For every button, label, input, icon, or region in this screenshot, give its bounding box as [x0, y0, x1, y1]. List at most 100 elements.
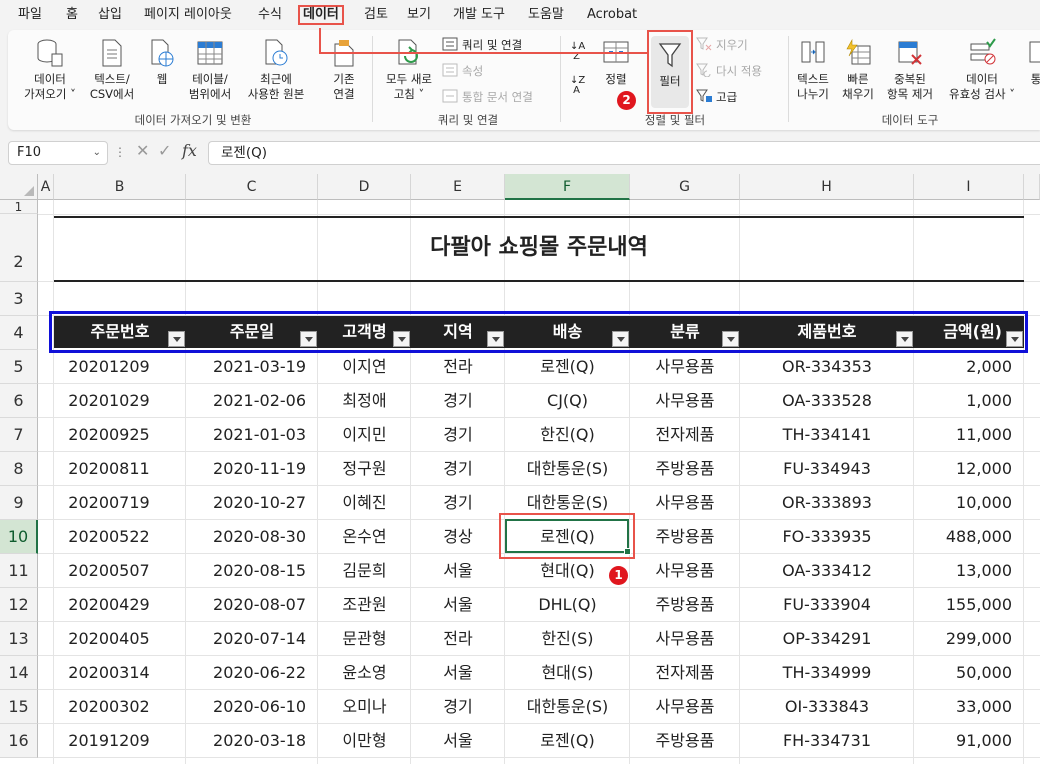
get-data-button[interactable]: 데이터 가져오기 ˅ [18, 38, 82, 102]
cell-product-no[interactable]: OR-333893 [740, 486, 914, 520]
cell-region[interactable]: 전라 [411, 350, 505, 384]
cell-amount[interactable]: 299,000 [914, 622, 1024, 656]
chevron-down-icon[interactable]: ⌄ [93, 142, 101, 164]
cell-category[interactable]: 사무용품 [630, 554, 740, 588]
cell-category[interactable]: 주방용품 [630, 724, 740, 758]
reapply-button[interactable]: 다시 적용 [696, 62, 762, 80]
menu-view[interactable]: 보기 [403, 5, 435, 25]
cell-order-date[interactable]: 2020-06-22 [186, 656, 318, 690]
row-header-2[interactable]: 2 [0, 214, 38, 282]
menu-home[interactable]: 홈 [62, 5, 82, 25]
cell-shipping[interactable]: CJ(Q) [505, 384, 630, 418]
cell-customer[interactable]: 이만형 [318, 724, 411, 758]
row-header-16[interactable]: 16 [0, 724, 38, 758]
recent-source-button[interactable]: 최근에 사용한 원본 [238, 38, 314, 102]
cell-order-no[interactable]: 20201209 [54, 350, 186, 384]
properties-button[interactable]: 속성 [442, 62, 483, 80]
cell-order-no[interactable]: 20200719 [54, 486, 186, 520]
column-header-c[interactable]: C [186, 174, 318, 200]
cell-order-date[interactable]: 2021-02-06 [186, 384, 318, 418]
menu-data[interactable]: 데이터 [298, 5, 344, 25]
cell-amount[interactable]: 13,000 [914, 554, 1024, 588]
cell-category[interactable]: 주방용품 [630, 588, 740, 622]
cell-region[interactable]: 서울 [411, 656, 505, 690]
cell-region[interactable]: 전라 [411, 622, 505, 656]
cell-product-no[interactable]: FH-334731 [740, 724, 914, 758]
menu-formulas[interactable]: 수식 [254, 5, 286, 25]
cell-customer[interactable]: 문관형 [318, 622, 411, 656]
cell-region[interactable]: 경기 [411, 418, 505, 452]
cell-amount[interactable]: 2,000 [914, 350, 1024, 384]
row-header-14[interactable]: 14 [0, 656, 38, 690]
menu-review[interactable]: 검토 [360, 5, 392, 25]
column-header-i[interactable]: I [914, 174, 1024, 200]
cell-category[interactable]: 사무용품 [630, 690, 740, 724]
remove-duplicates-button[interactable]: 중복된 항목 제거 [882, 38, 938, 102]
cell-order-no[interactable]: 20200405 [54, 622, 186, 656]
cell-order-date[interactable]: 2021-03-19 [186, 350, 318, 384]
cell-order-no[interactable]: 20200507 [54, 554, 186, 588]
cell-customer[interactable]: 윤소영 [318, 656, 411, 690]
existing-connections-button[interactable]: 기존 연결 [324, 38, 364, 102]
cell-amount[interactable]: 91,000 [914, 724, 1024, 758]
row-header-1[interactable]: 1 [0, 200, 38, 214]
edit-links-button[interactable]: 통합 문서 연결 [442, 88, 533, 106]
cell-region[interactable]: 경기 [411, 452, 505, 486]
column-header-e[interactable]: E [411, 174, 505, 200]
cell-order-no[interactable]: 20200429 [54, 588, 186, 622]
column-header-a[interactable]: A [38, 174, 54, 200]
cell-order-date[interactable]: 2020-08-07 [186, 588, 318, 622]
cell-customer[interactable]: 오미나 [318, 690, 411, 724]
refresh-all-button[interactable]: 모두 새로 고침 ˅ [378, 38, 440, 102]
column-header-j[interactable] [1024, 174, 1040, 200]
more-options-icon[interactable]: ⋮ [114, 145, 126, 159]
select-all-button[interactable] [0, 174, 38, 200]
cancel-icon[interactable]: ✕ [136, 141, 149, 160]
cell-customer[interactable]: 조관원 [318, 588, 411, 622]
cell-product-no[interactable]: OI-333843 [740, 690, 914, 724]
confirm-icon[interactable]: ✓ [158, 141, 171, 160]
sort-descending-button[interactable]: ↓Z A [570, 76, 585, 98]
row-header-8[interactable]: 8 [0, 452, 38, 486]
row-header-5[interactable]: 5 [0, 350, 38, 384]
row-header-13[interactable]: 13 [0, 622, 38, 656]
menu-developer[interactable]: 개발 도구 [449, 5, 509, 25]
cell-amount[interactable]: 11,000 [914, 418, 1024, 452]
cell-customer[interactable]: 온수연 [318, 520, 411, 554]
data-validation-button[interactable]: 데이터 유효성 검사 ˅ [942, 38, 1022, 102]
cell-product-no[interactable]: FO-333935 [740, 520, 914, 554]
cell-product-no[interactable]: TH-334999 [740, 656, 914, 690]
cell-order-no[interactable]: 20200302 [54, 690, 186, 724]
column-header-h[interactable]: H [740, 174, 914, 200]
cell-order-no[interactable]: 20200522 [54, 520, 186, 554]
web-button[interactable]: 웹 [144, 38, 180, 87]
row-header-9[interactable]: 9 [0, 486, 38, 520]
cell-amount[interactable]: 155,000 [914, 588, 1024, 622]
cell-region[interactable]: 경기 [411, 384, 505, 418]
cell-category[interactable]: 전자제품 [630, 656, 740, 690]
cell-shipping[interactable]: 한진(S) [505, 622, 630, 656]
cell-customer[interactable]: 김문희 [318, 554, 411, 588]
spreadsheet-grid[interactable]: A B C D E F G H I 1 2 3 4 5 6 7 8 9 10 1… [0, 174, 1040, 764]
cell-product-no[interactable]: OR-334353 [740, 350, 914, 384]
cell-category[interactable]: 사무용품 [630, 350, 740, 384]
cell-product-no[interactable]: OP-334291 [740, 622, 914, 656]
cell-customer[interactable]: 이혜진 [318, 486, 411, 520]
menu-help[interactable]: 도움말 [524, 5, 568, 25]
row-header-6[interactable]: 6 [0, 384, 38, 418]
cell-order-no[interactable]: 20200925 [54, 418, 186, 452]
cell-order-date[interactable]: 2020-11-19 [186, 452, 318, 486]
row-header-7[interactable]: 7 [0, 418, 38, 452]
menu-file[interactable]: 파일 [14, 5, 46, 25]
name-box[interactable]: F10 ⌄ [8, 141, 108, 165]
cell-shipping[interactable]: 로젠(Q) [505, 350, 630, 384]
cell-order-no[interactable]: 20200811 [54, 452, 186, 486]
clear-filter-button[interactable]: 지우기 [696, 36, 748, 54]
text-csv-button[interactable]: 텍스트/ CSV에서 [84, 38, 140, 102]
cell-category[interactable]: 사무용품 [630, 622, 740, 656]
menu-page-layout[interactable]: 페이지 레이아웃 [140, 5, 236, 25]
column-header-b[interactable]: B [54, 174, 186, 200]
cell-order-date[interactable]: 2020-07-14 [186, 622, 318, 656]
row-header-10[interactable]: 10 [0, 520, 38, 554]
cell-order-no[interactable]: 20191209 [54, 724, 186, 758]
